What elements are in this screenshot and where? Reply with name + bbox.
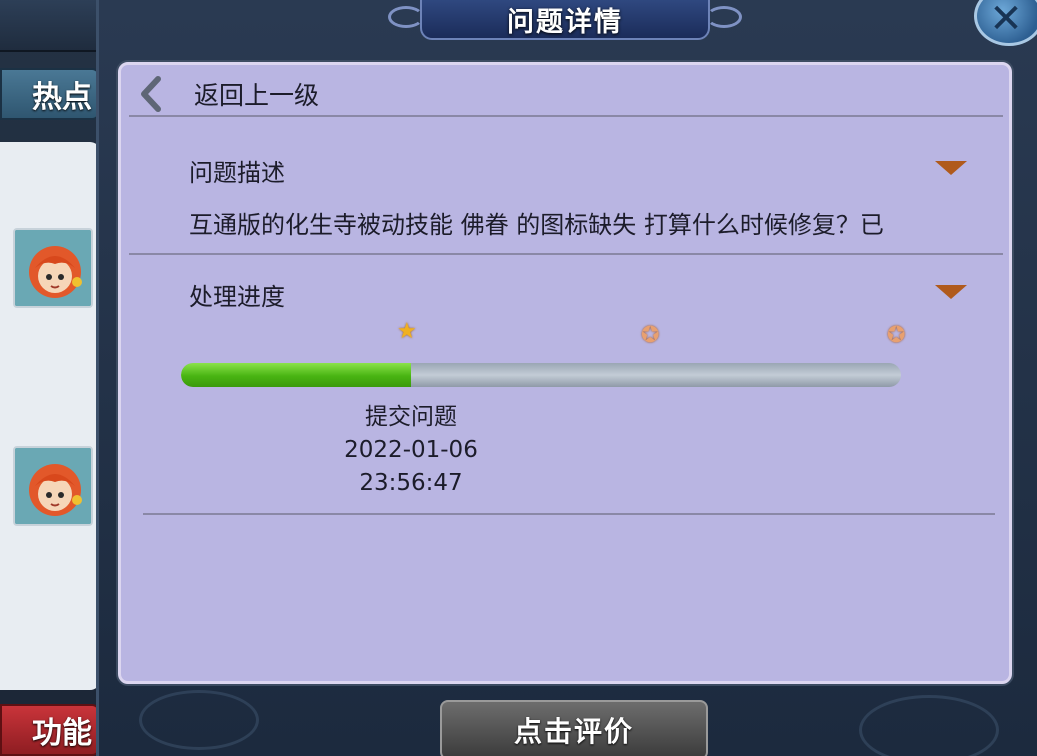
divider — [143, 513, 995, 515]
tab-hot[interactable]: 热点 — [0, 68, 100, 120]
chevron-left-icon — [136, 74, 166, 114]
stage-date: 2022-01-06 — [344, 437, 478, 463]
stage-label: 提交问题 — [365, 404, 457, 430]
ornament-icon — [388, 6, 424, 28]
description-text: 互通版的化生寺被动技能 佛眷 的图标缺失 打算什么时候修复？已 — [189, 211, 884, 239]
decorative-swirl — [139, 690, 259, 750]
rate-button[interactable]: 点击评价 — [440, 700, 708, 756]
dialog-title: 问题详情 — [507, 6, 623, 38]
back-button[interactable]: 返回上一级 — [136, 71, 319, 117]
progress-title: 处理进度 — [189, 283, 285, 311]
progress-fill — [181, 363, 412, 387]
background-list — [0, 142, 100, 690]
progress-bar — [181, 363, 901, 387]
stage-info: 提交问题 2022-01-06 23:56:47 — [331, 401, 491, 500]
dropdown-triangle-icon[interactable] — [935, 285, 967, 299]
step-star-icon: ★ — [397, 319, 417, 344]
step-star-icon: ✪ — [641, 323, 660, 348]
detail-panel: 返回上一级 问题描述 互通版的化生寺被动技能 佛眷 的图标缺失 打算什么时候修复… — [118, 62, 1012, 684]
ornament-icon — [706, 6, 742, 28]
avatar — [13, 446, 93, 526]
divider — [129, 115, 1003, 117]
dialog-title-plate: 问题详情 — [388, 0, 742, 40]
divider — [129, 253, 1003, 255]
background-header — [0, 0, 110, 52]
decorative-swirl — [859, 695, 999, 756]
tab-function[interactable]: 功能 — [0, 704, 100, 756]
close-icon: ✕ — [989, 0, 1023, 42]
avatar — [13, 228, 93, 308]
description-title: 问题描述 — [189, 159, 285, 187]
dropdown-triangle-icon[interactable] — [935, 161, 967, 175]
step-star-icon: ✪ — [887, 323, 906, 348]
stage-time: 23:56:47 — [359, 470, 463, 496]
back-label: 返回上一级 — [194, 81, 320, 110]
